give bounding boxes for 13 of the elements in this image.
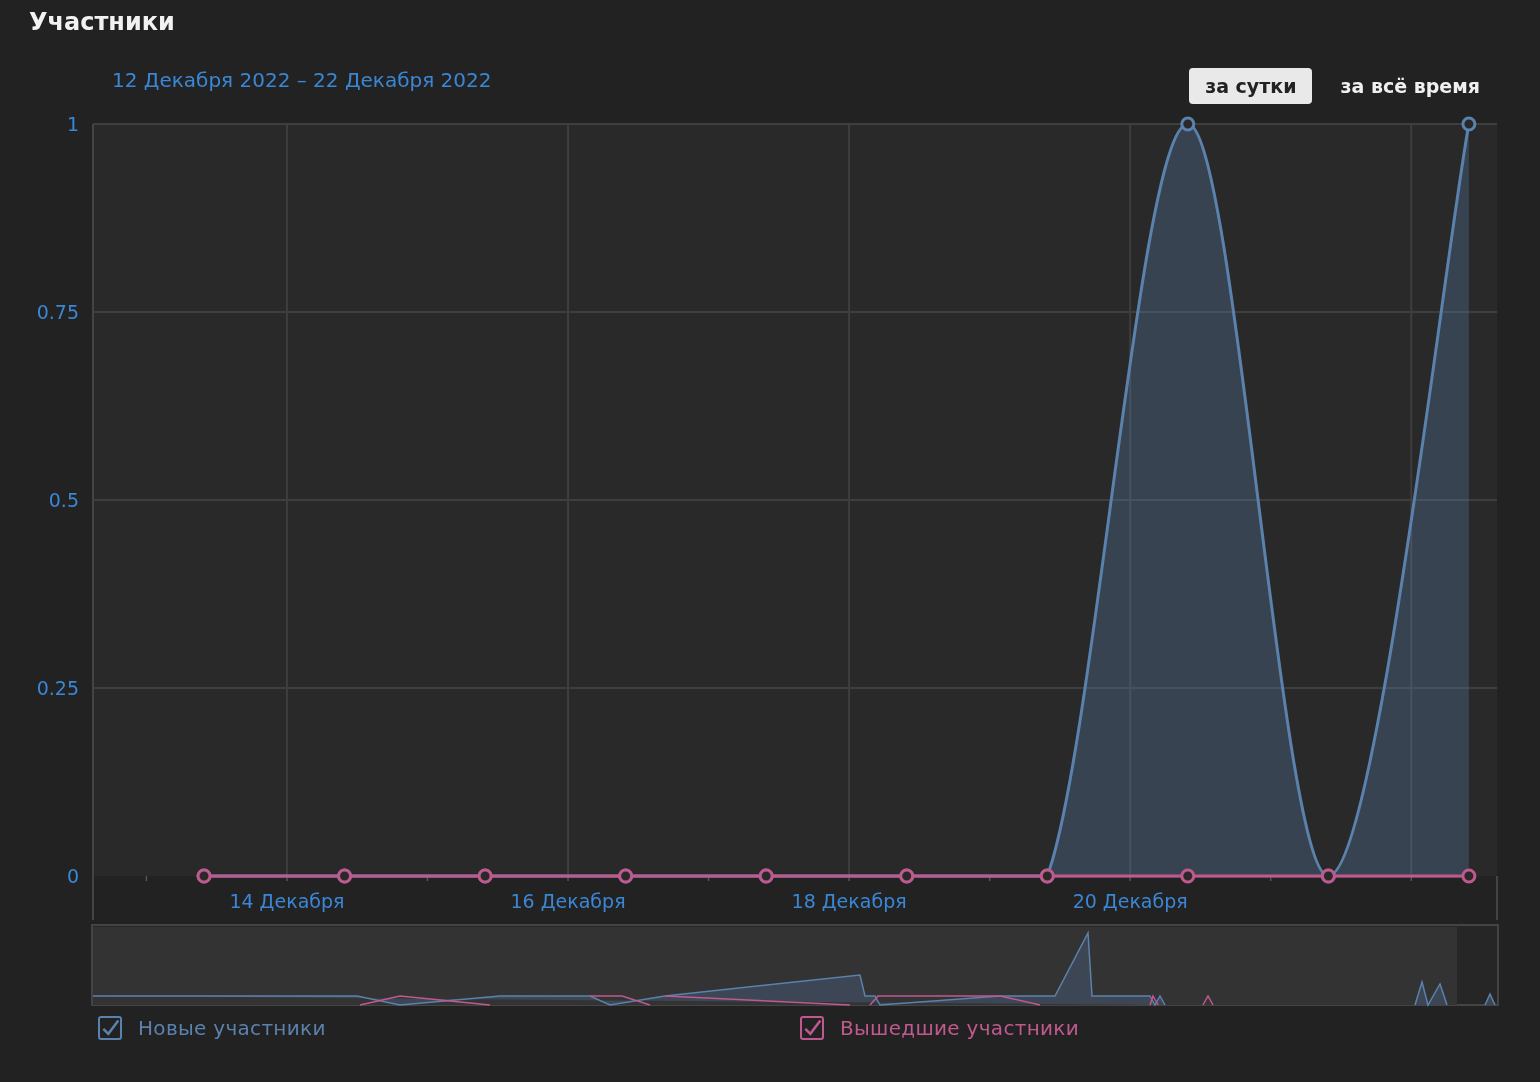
y-axis-label: 0.75 — [36, 301, 79, 323]
legend-label: Новые участники — [138, 1016, 326, 1040]
y-axis-label: 0 — [66, 865, 79, 887]
x-axis-label: 16 Декабря — [510, 890, 626, 912]
y-axis-label: 0.5 — [48, 489, 79, 511]
x-axis-label: 14 Декабря — [229, 890, 345, 912]
legend-label: Вышедшие участники — [840, 1016, 1079, 1040]
section-title: Участники — [29, 8, 175, 36]
x-axis-label: 18 Декабря — [791, 890, 907, 912]
x-axis-label: 20 Декабря — [1072, 890, 1188, 912]
date-range: 12 Декабря 2022 – 22 Декабря 2022 — [112, 68, 492, 92]
y-axis-label: 0.25 — [36, 677, 79, 699]
y-axis-label: 1 — [66, 113, 79, 135]
